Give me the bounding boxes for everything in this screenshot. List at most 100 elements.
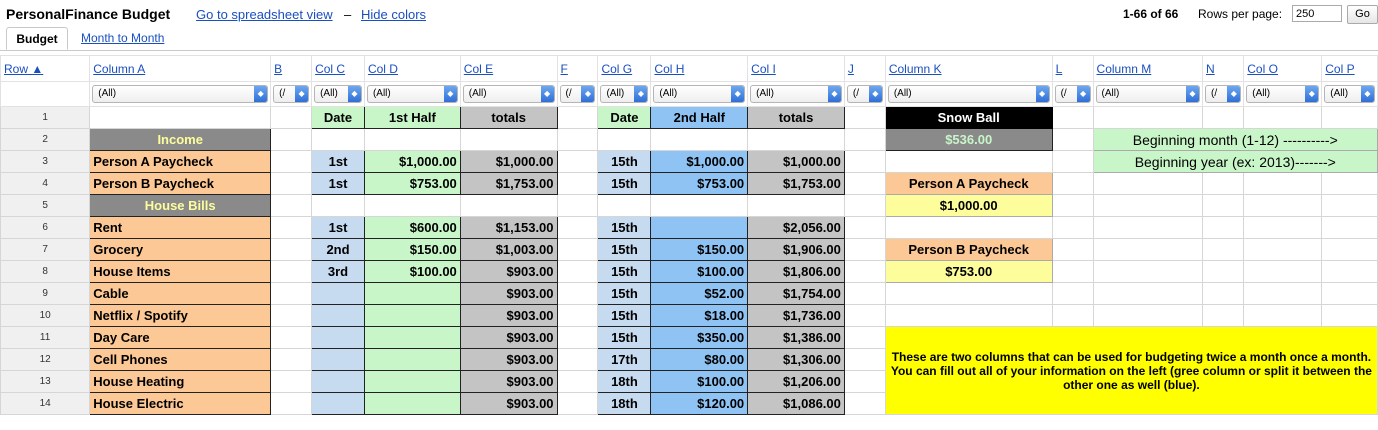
col-header-h[interactable]: Col H xyxy=(650,55,749,82)
cell[interactable] xyxy=(556,194,599,217)
filter-select-f[interactable]: (/◆ xyxy=(559,85,596,103)
cell[interactable] xyxy=(843,216,886,239)
cell[interactable]: $150.00 xyxy=(363,238,461,261)
filter-select-b[interactable]: (/◆ xyxy=(273,85,310,103)
cell[interactable]: 17th xyxy=(597,348,652,371)
cell[interactable] xyxy=(1092,238,1203,261)
tab-budget[interactable]: Budget xyxy=(6,27,68,50)
col-header-n[interactable]: N xyxy=(1201,55,1245,82)
cell[interactable]: 15th xyxy=(597,172,652,195)
filter-select-g[interactable]: (All) ◆ xyxy=(600,85,649,103)
cell[interactable]: 18th xyxy=(597,392,652,415)
cell[interactable] xyxy=(1051,216,1094,239)
cell[interactable] xyxy=(650,128,749,151)
filter-select-p[interactable]: (All) ◆ xyxy=(1324,85,1375,103)
cell[interactable]: Snow Ball xyxy=(884,106,1053,129)
cell[interactable] xyxy=(1243,172,1323,195)
cell[interactable] xyxy=(1243,106,1323,129)
filter-select-k[interactable]: (All) ◆ xyxy=(887,85,1050,103)
cell[interactable]: 15th xyxy=(597,282,652,305)
cell[interactable] xyxy=(650,194,749,217)
cell[interactable]: $1,206.00 xyxy=(747,370,845,393)
budget-note[interactable]: These are two columns that can be used f… xyxy=(884,326,1378,415)
cell[interactable] xyxy=(556,282,599,305)
cell[interactable]: Cable xyxy=(89,282,272,305)
cell[interactable] xyxy=(1051,172,1094,195)
cell[interactable]: 3rd xyxy=(311,260,365,283)
cell[interactable] xyxy=(270,304,313,327)
col-header-f[interactable]: F xyxy=(556,55,599,82)
cell[interactable]: $1,306.00 xyxy=(747,348,845,371)
cell[interactable]: 15th xyxy=(597,216,652,239)
cell[interactable] xyxy=(311,326,365,349)
cell[interactable]: totals xyxy=(747,106,845,129)
cell[interactable] xyxy=(843,326,886,349)
cell[interactable]: $1,000.00 xyxy=(363,150,461,173)
cell[interactable] xyxy=(459,194,558,217)
rows-per-page-input[interactable] xyxy=(1292,5,1342,22)
cell[interactable] xyxy=(650,216,749,239)
cell[interactable]: $1,736.00 xyxy=(747,304,845,327)
cell[interactable]: Person B Paycheck xyxy=(89,172,272,195)
cell[interactable] xyxy=(843,238,886,261)
cell[interactable] xyxy=(363,370,461,393)
cell[interactable]: Person A Paycheck xyxy=(89,150,272,173)
cell[interactable] xyxy=(1051,106,1094,129)
filter-select-m[interactable]: (All) ◆ xyxy=(1095,85,1200,103)
cell[interactable] xyxy=(270,194,313,217)
cell[interactable] xyxy=(1051,238,1094,261)
col-header-e[interactable]: Col E xyxy=(459,55,558,82)
cell[interactable] xyxy=(556,304,599,327)
col-header-o[interactable]: Col O xyxy=(1243,55,1323,82)
cell[interactable] xyxy=(843,172,886,195)
col-header-l[interactable]: L xyxy=(1051,55,1094,82)
sort-row-link[interactable]: Row ▲ xyxy=(4,62,43,76)
cell[interactable] xyxy=(363,392,461,415)
col-header-p[interactable]: Col P xyxy=(1321,55,1378,82)
cell[interactable] xyxy=(1051,128,1094,151)
cell[interactable]: House Heating xyxy=(89,370,272,393)
cell[interactable] xyxy=(1243,238,1323,261)
cell[interactable]: 15th xyxy=(597,150,652,173)
cell[interactable] xyxy=(556,172,599,195)
filter-select-h[interactable]: (All) ◆ xyxy=(653,85,746,103)
cell[interactable] xyxy=(1243,282,1323,305)
cell[interactable] xyxy=(843,348,886,371)
cell[interactable]: Beginning year (ex: 2013)-------> xyxy=(1092,150,1378,173)
cell[interactable] xyxy=(843,304,886,327)
cell[interactable] xyxy=(556,238,599,261)
cell[interactable]: $753.00 xyxy=(884,260,1053,283)
cell[interactable] xyxy=(556,326,599,349)
col-header-k[interactable]: Column K xyxy=(884,55,1053,82)
cell[interactable]: $150.00 xyxy=(650,238,749,261)
cell[interactable]: 2nd Half xyxy=(650,106,749,129)
cell[interactable] xyxy=(89,106,272,129)
cell[interactable] xyxy=(270,216,313,239)
cell[interactable] xyxy=(1201,238,1245,261)
filter-select-j[interactable]: (/◆ xyxy=(846,85,883,103)
cell[interactable]: Day Care xyxy=(89,326,272,349)
cell[interactable]: 1st xyxy=(311,172,365,195)
cell[interactable]: 15th xyxy=(597,304,652,327)
cell[interactable]: $1,000.00 xyxy=(650,150,749,173)
cell[interactable] xyxy=(270,172,313,195)
cell[interactable]: 15th xyxy=(597,260,652,283)
cell[interactable] xyxy=(884,304,1053,327)
spreadsheet-view-link[interactable]: Go to spreadsheet view xyxy=(196,7,333,22)
cell[interactable] xyxy=(747,128,845,151)
cell[interactable]: $1,000.00 xyxy=(459,150,558,173)
cell[interactable]: Netflix / Spotify xyxy=(89,304,272,327)
cell[interactable] xyxy=(270,260,313,283)
cell[interactable]: Cell Phones xyxy=(89,348,272,371)
cell[interactable] xyxy=(1201,216,1245,239)
cell[interactable] xyxy=(1051,282,1094,305)
cell[interactable] xyxy=(1092,216,1203,239)
col-header-g[interactable]: Col G xyxy=(597,55,652,82)
go-button[interactable]: Go xyxy=(1347,5,1378,24)
cell[interactable]: House Items xyxy=(89,260,272,283)
cell[interactable]: $100.00 xyxy=(363,260,461,283)
filter-select-d[interactable]: (All) ◆ xyxy=(366,85,458,103)
cell[interactable]: 15th xyxy=(597,326,652,349)
cell[interactable] xyxy=(884,150,1053,173)
filter-select-l[interactable]: (/◆ xyxy=(1054,85,1091,103)
